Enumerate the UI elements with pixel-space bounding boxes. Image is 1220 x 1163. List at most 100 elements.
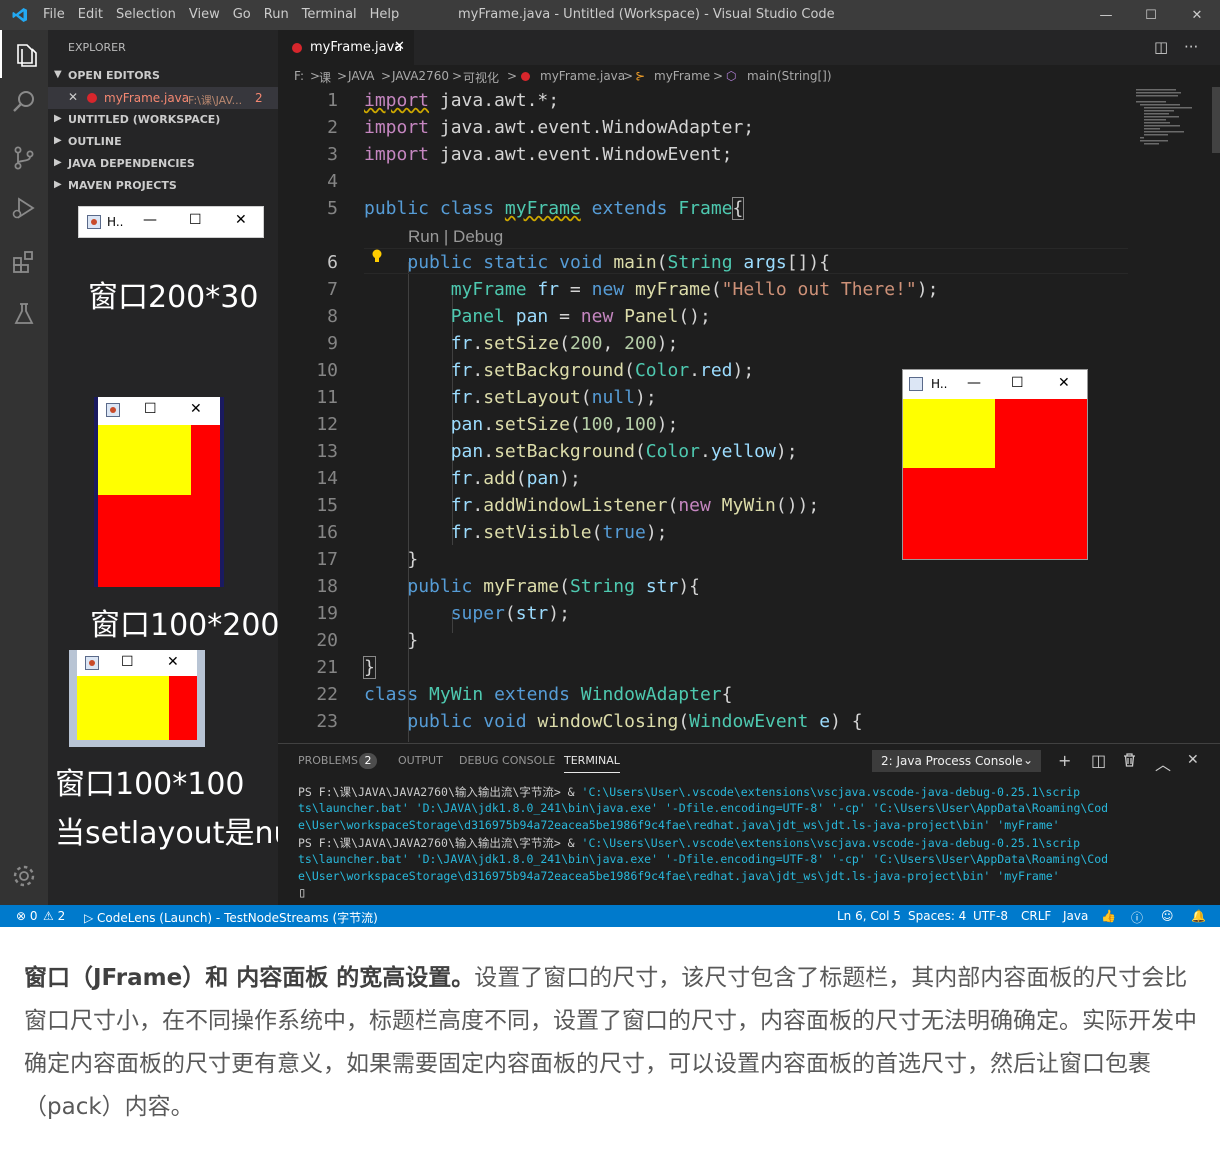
breadcrumb-drive[interactable]: F: xyxy=(294,69,304,83)
maximize-panel-icon[interactable]: ︿ xyxy=(1155,751,1171,775)
terminal-select[interactable]: 2: Java Process Console ⌄ xyxy=(872,750,1041,772)
code-line: Panel pan = new Panel(); xyxy=(450,306,711,327)
tab-debug-console[interactable]: DEBUG CONSOLE xyxy=(459,754,555,767)
java-window-200x30: H.. — ☐ ✕ xyxy=(78,206,264,238)
code-line: pan.setSize(100,100); xyxy=(450,414,679,435)
terminal-cursor[interactable]: ▯ xyxy=(298,885,306,901)
close-editor-icon[interactable]: ✕ xyxy=(68,90,78,104)
outline-label: OUTLINE xyxy=(68,135,122,148)
settings-gear-icon[interactable] xyxy=(0,852,48,900)
feedback-icon[interactable]: ☺ xyxy=(1161,909,1174,923)
status-encoding[interactable]: UTF-8 xyxy=(973,909,1008,923)
status-language[interactable]: Java xyxy=(1063,909,1088,923)
lightbulb-icon[interactable] xyxy=(370,248,384,264)
code-line: } xyxy=(364,549,419,570)
line-number: 22 xyxy=(316,684,338,705)
menu-selection[interactable]: Selection xyxy=(116,7,176,22)
tab-problems[interactable]: PROBLEMS xyxy=(298,754,358,767)
status-eol[interactable]: CRLF xyxy=(1021,909,1051,923)
terminal-select-value: 2: Java Process Console xyxy=(881,754,1023,768)
menu-file[interactable]: File xyxy=(43,7,65,22)
breadcrumb-folder[interactable]: 课 xyxy=(319,69,331,86)
line-number: 19 xyxy=(316,603,338,624)
status-indentation[interactable]: Spaces: 4 xyxy=(908,909,966,923)
code-line: import java.awt.*; xyxy=(364,90,560,111)
close-icon[interactable]: ✕ xyxy=(1058,375,1070,391)
open-editors-section[interactable]: ▼ OPEN EDITORS xyxy=(48,65,278,87)
breadcrumb-folder[interactable]: 可视化 xyxy=(463,69,499,86)
new-terminal-icon[interactable]: + xyxy=(1058,751,1071,770)
bottom-panel: PROBLEMS 2 OUTPUT DEBUG CONSOLE TERMINAL… xyxy=(278,743,1220,905)
files-icon[interactable] xyxy=(0,30,48,78)
more-actions-icon[interactable]: ··· xyxy=(1184,38,1198,56)
chevron-down-icon: ▼ xyxy=(54,69,62,80)
split-editor-icon[interactable]: ◫ xyxy=(1154,38,1168,56)
extensions-icon[interactable] xyxy=(0,238,48,286)
line-number: 13 xyxy=(316,441,338,462)
menu-view[interactable]: View xyxy=(189,7,220,22)
breadcrumb-folder[interactable]: JAVA2760 xyxy=(392,69,449,83)
menu-run[interactable]: Run xyxy=(264,7,289,22)
menu-terminal[interactable]: Terminal xyxy=(302,7,357,22)
java-window-100x200: ☐ ✕ xyxy=(98,397,220,587)
info-icon[interactable]: ⓘ xyxy=(1131,909,1143,926)
minimize-icon[interactable]: — xyxy=(967,375,981,391)
menu-edit[interactable]: Edit xyxy=(78,7,103,22)
split-terminal-icon[interactable]: ◫ xyxy=(1091,751,1106,770)
code-line: super(str); xyxy=(450,603,570,624)
breadcrumb-class[interactable]: myFrame xyxy=(654,69,710,83)
java-frame-title: H.. xyxy=(931,377,948,391)
breadcrumb-folder[interactable]: JAVA xyxy=(348,69,374,83)
status-cursor-position[interactable]: Ln 6, Col 5 xyxy=(837,909,901,923)
chevron-down-icon: ⌄ xyxy=(1022,753,1033,767)
status-warnings[interactable]: ⚠ 2 xyxy=(43,909,65,923)
code-line: class MyWin extends WindowAdapter{ xyxy=(364,684,733,705)
status-launch-config[interactable]: ▷ CodeLens (Launch) - TestNodeStreams (字… xyxy=(84,909,378,926)
breadcrumb-separator: > xyxy=(623,69,634,83)
caption-100x200: 窗口100*200 xyxy=(90,608,280,643)
open-editor-filename: myFrame.java xyxy=(104,91,190,105)
breadcrumb-file[interactable]: myFrame.java xyxy=(540,69,625,83)
minimap[interactable] xyxy=(1134,87,1220,157)
caption-setlayout-null: 当setlayout是null xyxy=(55,816,310,851)
notifications-bell-icon[interactable]: 🔔 xyxy=(1191,909,1206,923)
codelens-run-debug[interactable]: Run | Debug xyxy=(408,227,503,247)
menu-bar: File Edit Selection View Go Run Terminal… xyxy=(43,7,412,22)
breadcrumb: F: > 课 > JAVA > JAVA2760 > 可视化 > myFrame… xyxy=(278,65,1220,87)
close-panel-icon[interactable]: ✕ xyxy=(1187,752,1199,768)
breadcrumb-separator: > xyxy=(452,69,463,83)
breadcrumb-separator: > xyxy=(507,69,518,83)
menu-help[interactable]: Help xyxy=(370,7,400,22)
maven-projects-section[interactable]: ▶ MAVEN PROJECTS xyxy=(48,175,278,197)
run-debug-icon[interactable] xyxy=(0,184,48,232)
menu-go[interactable]: Go xyxy=(233,7,251,22)
workspace-section[interactable]: ▶ UNTITLED (WORKSPACE) xyxy=(48,109,278,131)
caption-200x30: 窗口200*30 xyxy=(88,280,259,315)
maximize-button[interactable]: ☐ xyxy=(1128,0,1174,30)
code-line: pan.setBackground(Color.yellow); xyxy=(450,441,798,462)
source-control-icon[interactable] xyxy=(0,134,48,182)
tab-terminal[interactable]: TERMINAL xyxy=(564,754,620,773)
line-number: 3 xyxy=(327,144,338,165)
status-errors[interactable]: ⊗ 0 xyxy=(16,909,38,923)
testing-icon[interactable] xyxy=(0,290,48,338)
close-tab-icon[interactable]: ✕ xyxy=(394,39,405,54)
close-window-button[interactable]: ✕ xyxy=(1174,0,1220,30)
java-dependencies-section[interactable]: ▶ JAVA DEPENDENCIES xyxy=(48,153,278,175)
code-editor[interactable]: 1 2 3 4 5 6 7 8 9 10 11 12 13 14 15 16 1… xyxy=(278,87,1220,743)
thumbs-up-icon[interactable]: 👍 xyxy=(1101,909,1116,923)
line-number: 8 xyxy=(327,306,338,327)
close-icon: ✕ xyxy=(1191,7,1203,23)
trash-icon[interactable] xyxy=(1123,753,1136,771)
editor-tab-myframe[interactable]: myFrame.java ✕ xyxy=(278,30,414,65)
breadcrumb-method[interactable]: main(String[]) xyxy=(747,69,832,83)
maximize-icon[interactable]: ☐ xyxy=(1011,375,1024,391)
line-number: 18 xyxy=(316,576,338,597)
tab-output[interactable]: OUTPUT xyxy=(398,754,443,767)
open-editor-item[interactable]: ✕ myFrame.java F:\课\JAV... 2 xyxy=(48,87,278,109)
outline-section[interactable]: ▶ OUTLINE xyxy=(48,131,278,153)
minimize-button[interactable]: — xyxy=(1083,0,1129,30)
search-icon[interactable] xyxy=(0,78,48,126)
java-app-icon xyxy=(85,656,99,670)
java-window-title: H.. xyxy=(107,215,124,229)
